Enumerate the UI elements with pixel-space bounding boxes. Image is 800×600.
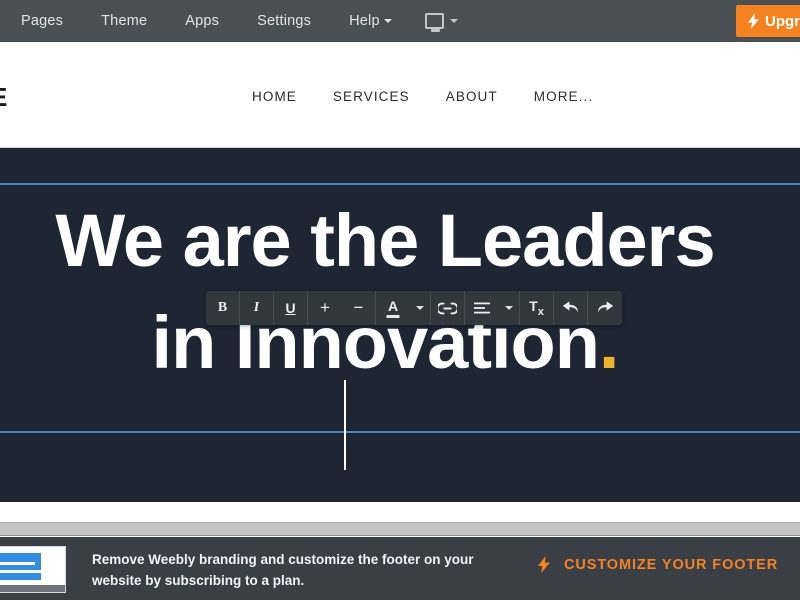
- menu-item-theme-label: Theme: [101, 13, 148, 29]
- menu-item-settings[interactable]: Settings: [238, 0, 330, 42]
- bold-button[interactable]: B: [206, 291, 240, 325]
- footer-promo-bar: Remove Weebly branding and customize the…: [0, 537, 800, 600]
- text-cursor-caret: [344, 380, 346, 470]
- lightning-bolt-icon: [538, 556, 550, 573]
- desktop-monitor-icon: [424, 13, 444, 32]
- align-button[interactable]: [465, 291, 499, 325]
- chevron-down-icon: [449, 19, 458, 23]
- thumbnail-footer-bar: [0, 585, 65, 592]
- text-format-toolbar: B I U + − A Tx: [206, 291, 622, 325]
- minus-icon: −: [353, 298, 364, 317]
- selection-border-top: [0, 183, 800, 185]
- hero-section[interactable]: We are the Leaders in Innovation. B I U …: [0, 148, 800, 502]
- site-nav-item-more[interactable]: MORE...: [534, 89, 593, 104]
- menu-item-settings-label: Settings: [257, 13, 312, 29]
- upgrade-button[interactable]: Upgrade: [736, 5, 800, 37]
- promo-message-line-2: website by subscribing to a plan.: [92, 573, 305, 588]
- lightning-bolt-icon: [748, 13, 759, 29]
- editor-top-bar: Pages Theme Apps Settings Help Upgr: [0, 0, 800, 42]
- undo-arrow-icon: [562, 301, 578, 313]
- thumbnail-line-2: [0, 570, 47, 573]
- redo-arrow-icon: [597, 301, 613, 313]
- menu-item-apps[interactable]: Apps: [166, 0, 238, 42]
- italic-button[interactable]: I: [240, 291, 274, 325]
- decrease-font-size-button[interactable]: −: [342, 291, 376, 325]
- redo-button[interactable]: [588, 291, 622, 325]
- promo-message: Remove Weebly branding and customize the…: [92, 549, 492, 591]
- align-left-icon: [474, 302, 490, 314]
- upgrade-button-label: Upgrade: [765, 12, 800, 30]
- menu-item-apps-label: Apps: [185, 13, 220, 29]
- selection-border-bottom: [0, 431, 800, 433]
- chevron-down-icon: [505, 306, 513, 310]
- hero-heading-line-1: We are the Leaders: [55, 199, 715, 282]
- text-color-icon: A: [388, 299, 398, 317]
- site-nav-item-about[interactable]: ABOUT: [446, 89, 498, 104]
- underline-icon: U: [285, 300, 296, 316]
- weebly-editor-window: Pages Theme Apps Settings Help Upgr HOME…: [0, 0, 800, 600]
- clear-formatting-button[interactable]: Tx: [520, 291, 554, 325]
- site-logo[interactable]: E: [0, 82, 8, 113]
- site-header: E HOME SERVICES ABOUT MORE...: [0, 42, 800, 148]
- thumbnail-blue-block: [0, 553, 41, 580]
- menu-item-help-label: Help: [349, 13, 380, 29]
- site-preview-canvas[interactable]: E HOME SERVICES ABOUT MORE... We are the…: [0, 42, 800, 522]
- menu-item-pages[interactable]: Pages: [2, 0, 82, 42]
- italic-icon: I: [253, 300, 260, 315]
- horizontal-scrollbar-strip[interactable]: [0, 522, 800, 536]
- text-color-button[interactable]: A: [376, 291, 410, 325]
- website-preview-thumbnail: [0, 546, 66, 593]
- align-dropdown-button[interactable]: [499, 291, 520, 325]
- underline-button[interactable]: U: [274, 291, 308, 325]
- chevron-down-icon: [416, 306, 424, 310]
- promo-message-line-1: Remove Weebly branding and customize the…: [92, 552, 474, 567]
- menu-item-pages-label: Pages: [21, 13, 64, 29]
- clear-format-icon: Tx: [529, 298, 544, 318]
- plus-icon: +: [320, 298, 330, 317]
- bold-icon: B: [217, 300, 228, 315]
- site-navigation: HOME SERVICES ABOUT MORE...: [252, 89, 593, 104]
- thumbnail-line-1: [0, 562, 35, 565]
- menu-item-theme[interactable]: Theme: [82, 0, 166, 42]
- menu-item-help[interactable]: Help: [330, 0, 411, 42]
- device-preview-selector[interactable]: [411, 0, 472, 42]
- increase-font-size-button[interactable]: +: [308, 291, 342, 325]
- link-icon: [438, 302, 457, 314]
- undo-button[interactable]: [554, 291, 588, 325]
- site-nav-item-home[interactable]: HOME: [252, 89, 297, 104]
- customize-footer-label: CUSTOMIZE YOUR FOOTER: [564, 556, 779, 573]
- customize-footer-link[interactable]: CUSTOMIZE YOUR FOOTER: [538, 556, 778, 573]
- site-nav-item-services[interactable]: SERVICES: [333, 89, 410, 104]
- text-color-dropdown-button[interactable]: [410, 291, 431, 325]
- chevron-down-icon: [383, 19, 392, 23]
- insert-link-button[interactable]: [431, 291, 465, 325]
